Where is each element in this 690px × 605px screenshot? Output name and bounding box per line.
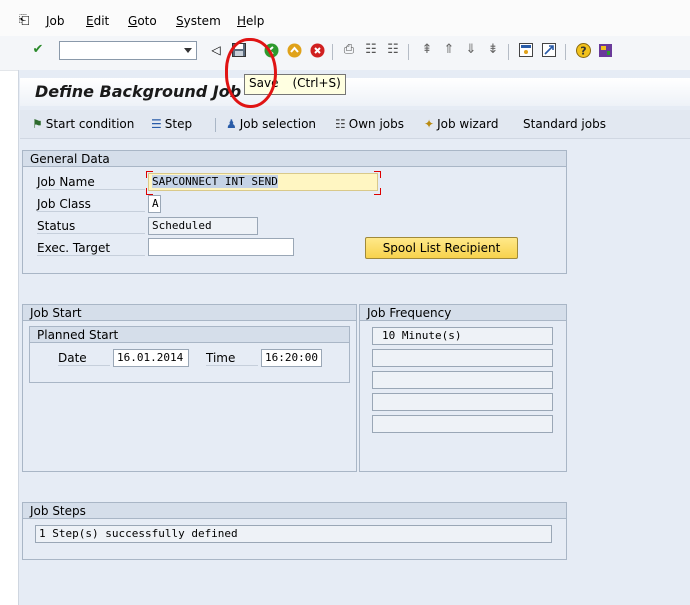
job-frequency-title: Job Frequency — [360, 305, 566, 321]
job-steps-title: Job Steps — [23, 503, 566, 519]
exec-target-field[interactable] — [148, 238, 294, 256]
menu-bar: ⎗ Job Edit Goto System Help — [0, 0, 690, 36]
required-marker — [146, 188, 153, 195]
job-class-label: Job Class — [37, 197, 145, 212]
standard-jobs-label: Standard jobs — [523, 117, 606, 131]
command-field[interactable] — [59, 41, 197, 60]
job-name-label: Job Name — [37, 175, 145, 190]
person-icon: ♟ — [226, 117, 237, 131]
job-selection-button[interactable]: ♟ Job selection — [226, 117, 316, 131]
date-label: Date — [58, 351, 110, 366]
frequency-field — [372, 393, 553, 411]
cancel-icon[interactable] — [309, 42, 325, 58]
svg-text:?: ? — [580, 44, 586, 57]
frequency-field — [372, 371, 553, 389]
standard-jobs-button[interactable]: Standard jobs — [523, 117, 606, 131]
required-marker — [374, 188, 381, 195]
toolbar-separator — [408, 44, 409, 60]
tooltip-shortcut: (Ctrl+S) — [292, 76, 341, 90]
general-data-title: General Data — [23, 151, 566, 167]
menu-edit[interactable]: Edit — [86, 14, 109, 28]
exec-target-label: Exec. Target — [37, 241, 145, 256]
find-icon[interactable]: ☷ — [363, 42, 379, 58]
step-label: Step — [164, 117, 193, 131]
wizard-icon: ✦ — [424, 117, 435, 131]
menu-icon[interactable]: ⎗ — [19, 13, 29, 28]
previous-page-icon[interactable]: ⇑ — [441, 42, 457, 58]
time-field[interactable]: 16:20:00 — [261, 349, 322, 367]
triangle-left-icon[interactable]: ◁ — [208, 42, 224, 58]
frequency-field: 10 Minute(s) — [372, 327, 553, 345]
own-jobs-button[interactable]: ☷ Own jobs — [335, 117, 404, 131]
job-name-field[interactable]: SAPCONNECT INT SEND — [148, 173, 378, 191]
layout-icon[interactable] — [597, 42, 613, 58]
menu-goto[interactable]: Goto — [128, 14, 157, 28]
job-wizard-label: Job wizard — [437, 117, 499, 131]
required-marker — [146, 171, 153, 178]
new-session-icon[interactable] — [518, 42, 534, 58]
last-page-icon[interactable]: ⇟ — [485, 42, 501, 58]
job-selection-label: Job selection — [239, 117, 317, 131]
start-condition-label: Start condition — [45, 117, 135, 131]
time-label: Time — [206, 351, 258, 366]
shortcut-icon[interactable] — [541, 42, 557, 58]
status-field: Scheduled — [148, 217, 258, 235]
menu-help[interactable]: Help — [237, 14, 264, 28]
frequency-field — [372, 415, 553, 433]
print-icon[interactable]: ⎙ — [341, 42, 357, 58]
step-icon: ☰ — [151, 117, 162, 131]
frequency-field — [372, 349, 553, 367]
job-class-field[interactable]: A — [148, 195, 161, 213]
flag-icon: ⚑ — [32, 117, 43, 131]
job-steps-field: 1 Step(s) successfully defined — [35, 525, 552, 543]
spool-list-recipient-button[interactable]: Spool List Recipient — [365, 237, 518, 259]
standard-toolbar: ✔ ◁ ⎙ ☷ ☷ ⇞ ⇑ ⇓ ⇟ ? — [0, 36, 690, 71]
toolbar-separator — [332, 44, 333, 60]
toolbar-separator — [565, 44, 566, 60]
annotation-circle — [225, 38, 277, 108]
exit-icon[interactable] — [286, 42, 302, 58]
page-title: Define Background Job — [35, 82, 242, 101]
help-icon[interactable]: ? — [575, 42, 591, 58]
date-field[interactable]: 16.01.2014 — [113, 349, 189, 367]
job-start-title: Job Start — [23, 305, 356, 321]
chevron-down-icon[interactable] — [184, 48, 192, 53]
required-marker — [374, 171, 381, 178]
find-next-icon[interactable]: ☷ — [385, 42, 401, 58]
menu-system[interactable]: System — [176, 14, 221, 28]
enter-icon[interactable]: ✔ — [30, 42, 46, 58]
own-jobs-icon: ☷ — [335, 117, 346, 131]
appbar-separator — [215, 118, 216, 132]
job-wizard-button[interactable]: ✦ Job wizard — [424, 117, 499, 131]
toolbar-separator — [508, 44, 509, 60]
planned-start-title: Planned Start — [30, 327, 349, 343]
job-name-value: SAPCONNECT INT SEND — [152, 175, 278, 188]
status-label: Status — [37, 219, 145, 234]
own-jobs-label: Own jobs — [348, 117, 404, 131]
start-condition-button[interactable]: ⚑ Start condition — [32, 117, 134, 131]
next-page-icon[interactable]: ⇓ — [463, 42, 479, 58]
step-button[interactable]: ☰ Step — [151, 117, 192, 131]
menu-job[interactable]: Job — [46, 14, 65, 28]
first-page-icon[interactable]: ⇞ — [419, 42, 435, 58]
